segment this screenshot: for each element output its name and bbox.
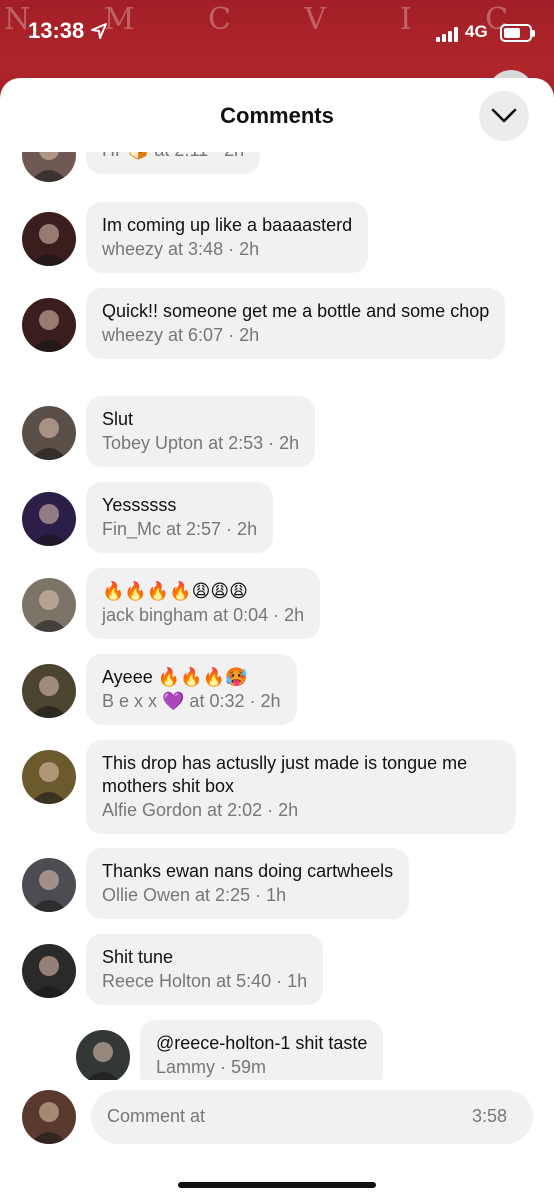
commenter-avatar[interactable] bbox=[22, 858, 76, 912]
comment-text: Thanks ewan nans doing cartwheels bbox=[102, 861, 394, 881]
comment-meta: Fin_Mc at 2:57 · 2h bbox=[102, 519, 258, 539]
comment-text: Slut bbox=[102, 409, 134, 429]
comment-bubble[interactable]: HP🍞 at 2:11 · 2h bbox=[86, 152, 261, 174]
comment-text: Shit tune bbox=[102, 947, 174, 967]
comment-bubble[interactable]: Slut Tobey Upton at 2:53 · 2h bbox=[86, 396, 316, 467]
comment-bubble[interactable]: Quick!! someone get me a bottle and some… bbox=[86, 288, 506, 359]
comment-meta: Tobey Upton at 2:53 · 2h bbox=[102, 433, 300, 453]
collapse-button[interactable] bbox=[479, 91, 529, 141]
commenter-avatar[interactable] bbox=[22, 664, 76, 718]
comment-bubble[interactable]: Ayeee 🔥🔥🔥🥵 B e x x 💜 at 0:32 · 2h bbox=[86, 654, 297, 725]
comment-meta: Reece Holton at 5:40 · 1h bbox=[102, 971, 308, 991]
comments-sheet: Comments HP🍞 at 2:11 · 2h Im coming up li… bbox=[0, 78, 554, 1200]
comment-meta: wheezy at 3:48 · 2h bbox=[102, 239, 260, 259]
comment-text: Im coming up like a baaaasterd bbox=[102, 215, 353, 235]
battery-icon bbox=[500, 24, 535, 42]
comment-text: Ayeee 🔥🔥🔥🥵 bbox=[102, 667, 248, 687]
comment-meta: wheezy at 6:07 · 2h bbox=[102, 325, 260, 345]
signal-icon bbox=[436, 26, 460, 42]
status-bar: 13:38 4G bbox=[0, 0, 554, 66]
commenter-avatar[interactable] bbox=[22, 298, 76, 352]
comment-bubble[interactable]: @reece-holton-1 shit taste Lammy · 59m bbox=[140, 1020, 384, 1080]
network-label: 4G bbox=[465, 22, 488, 41]
commenter-avatar[interactable] bbox=[22, 212, 76, 266]
commenter-avatar[interactable] bbox=[22, 406, 76, 460]
signal-bar bbox=[448, 31, 452, 42]
comment-bubble[interactable]: This drop has actuslly just made is tong… bbox=[86, 740, 516, 834]
comment-timestamp: 3:58 bbox=[472, 1106, 508, 1126]
sheet-title: Comments bbox=[220, 103, 334, 128]
comment-bubble[interactable]: Shit tune Reece Holton at 5:40 · 1h bbox=[86, 934, 324, 1005]
comment-text: @reece-holton-1 shit taste bbox=[156, 1033, 368, 1053]
comment-bubble[interactable]: 🔥🔥🔥🔥😩😩😩 jack bingham at 0:04 · 2h bbox=[86, 568, 321, 639]
comment-meta: B e x x 💜 at 0:32 · 2h bbox=[102, 691, 281, 711]
comment-meta: Alfie Gordon at 2:02 · 2h bbox=[102, 800, 299, 820]
commenter-avatar[interactable] bbox=[22, 152, 76, 182]
comment-text: This drop has actuslly just made is tong… bbox=[102, 753, 468, 796]
comment-meta: Ollie Owen at 2:25 · 1h bbox=[102, 885, 287, 905]
comment-bubble[interactable]: Thanks ewan nans doing cartwheels Ollie O… bbox=[86, 848, 410, 919]
comment-input-bar: Comment at 3:58 bbox=[0, 1080, 554, 1160]
comments-scroll-area[interactable]: HP🍞 at 2:11 · 2h Im coming up like a baaa… bbox=[0, 152, 554, 1080]
commenter-avatar[interactable] bbox=[22, 492, 76, 546]
comment-meta: jack bingham at 0:04 · 2h bbox=[102, 605, 305, 625]
comment-meta: Lammy · 59m bbox=[156, 1057, 267, 1077]
signal-bar bbox=[442, 34, 446, 42]
location-arrow-icon bbox=[91, 23, 107, 39]
comment-input-placeholder: Comment at bbox=[107, 1106, 206, 1126]
comment-text: Quick!! someone get me a bottle and some… bbox=[102, 301, 490, 321]
home-indicator bbox=[178, 1182, 376, 1188]
comment-meta: HP🍞 at 2:11 · 2h bbox=[102, 152, 244, 162]
signal-bar bbox=[454, 27, 458, 42]
chevron-down-icon bbox=[491, 108, 517, 123]
comment-bubble[interactable]: Im coming up like a baaaasterd wheezy at … bbox=[86, 202, 369, 273]
signal-bar bbox=[436, 37, 440, 42]
commenter-avatar[interactable] bbox=[76, 1030, 130, 1080]
current-user-avatar bbox=[22, 1090, 76, 1144]
commenter-avatar[interactable] bbox=[22, 944, 76, 998]
status-time: 13:38 bbox=[28, 18, 85, 43]
commenter-avatar[interactable] bbox=[22, 750, 76, 804]
comment-bubble[interactable]: Yessssss Fin_Mc at 2:57 · 2h bbox=[86, 482, 274, 553]
commenter-avatar[interactable] bbox=[22, 578, 76, 632]
battery-level bbox=[504, 28, 520, 38]
comment-text: 🔥🔥🔥🔥😩😩😩 bbox=[102, 581, 248, 601]
sheet-header: Comments bbox=[0, 78, 554, 154]
comment-text: Yessssss bbox=[102, 495, 177, 515]
